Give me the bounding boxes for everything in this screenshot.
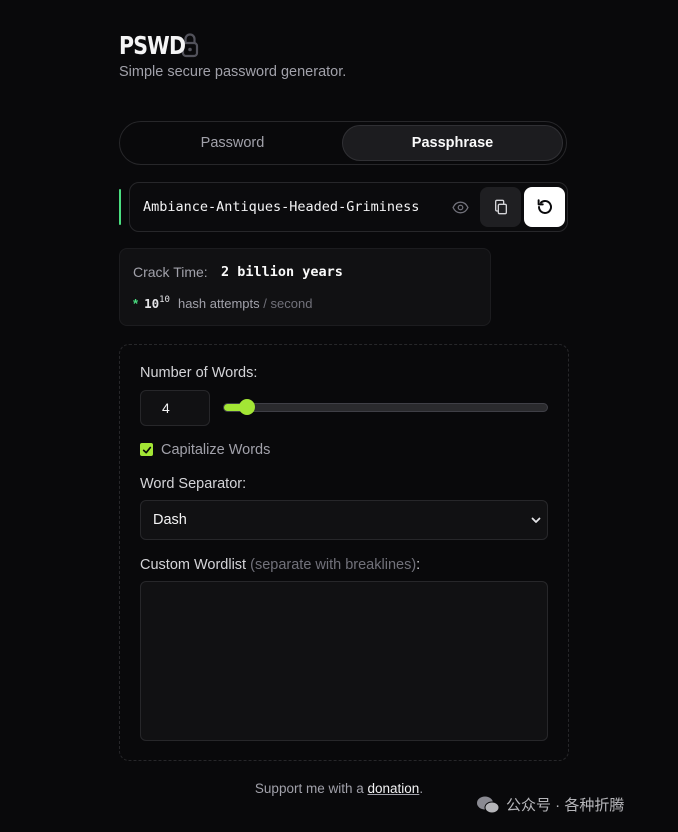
asterisk-icon: * xyxy=(133,296,139,311)
check-icon xyxy=(142,446,151,453)
options-panel: Number of Words: 4 Capitalize Words Word… xyxy=(119,344,569,761)
wordlist-label: Custom Wordlist (separate with breakline… xyxy=(140,557,420,573)
words-slider-thumb[interactable] xyxy=(238,399,255,415)
regenerate-button[interactable] xyxy=(524,187,565,227)
watermark: 公众号 · 各种折腾 xyxy=(476,794,624,815)
wordlist-hint: (separate with breaklines) xyxy=(250,557,417,573)
crack-time-value: 2 billion years xyxy=(221,264,343,280)
hash-unit: second xyxy=(270,296,313,311)
wordlist-textarea[interactable] xyxy=(140,581,548,741)
password-output: Ambiance-Antiques-Headed-Griminess xyxy=(129,182,568,232)
chevron-down-icon xyxy=(531,517,541,523)
brand: PSWD xyxy=(119,28,199,62)
wechat-icon xyxy=(477,796,500,813)
tab-passphrase[interactable]: Passphrase xyxy=(342,125,563,161)
donation-link[interactable]: donation xyxy=(368,781,420,796)
capitalize-label[interactable]: Capitalize Words xyxy=(161,442,270,458)
separator-select[interactable]: Dash xyxy=(140,500,548,540)
refresh-icon xyxy=(537,199,552,214)
separator-label: Word Separator: xyxy=(140,476,247,492)
copy-button[interactable] xyxy=(480,187,521,227)
capitalize-checkbox[interactable] xyxy=(140,443,153,456)
copy-icon xyxy=(494,199,507,215)
separator-value: Dash xyxy=(153,512,187,528)
app-title: PSWD xyxy=(119,30,186,60)
wordlist-colon: : xyxy=(416,557,421,573)
hash-separator: / xyxy=(263,296,267,311)
strength-indicator xyxy=(119,189,121,225)
words-slider-track[interactable] xyxy=(223,403,548,412)
password-text[interactable]: Ambiance-Antiques-Headed-Griminess xyxy=(143,183,419,231)
footer-text: Support me with a xyxy=(254,781,364,796)
crack-time-panel: Crack Time: 2 billion years * 10 10 hash… xyxy=(119,248,491,326)
words-count-input[interactable]: 4 xyxy=(140,390,210,426)
eye-icon[interactable] xyxy=(452,199,469,216)
hash-text: hash attempts xyxy=(177,296,260,311)
footer-period: . xyxy=(419,781,424,796)
hash-exponent: 10 xyxy=(159,295,170,305)
words-label: Number of Words: xyxy=(140,365,258,381)
hash-base: 10 xyxy=(144,296,160,311)
crack-time-label: Crack Time: xyxy=(133,264,208,280)
wordlist-label-text: Custom Wordlist xyxy=(140,557,247,573)
tab-password[interactable]: Password xyxy=(123,125,342,161)
hash-rate: * 10 10 hash attempts / second xyxy=(133,295,313,311)
watermark-text: 公众号 · 各种折腾 xyxy=(506,797,625,814)
mode-tabs: Password Passphrase xyxy=(119,121,567,165)
app-subtitle: Simple secure password generator. xyxy=(119,64,347,80)
